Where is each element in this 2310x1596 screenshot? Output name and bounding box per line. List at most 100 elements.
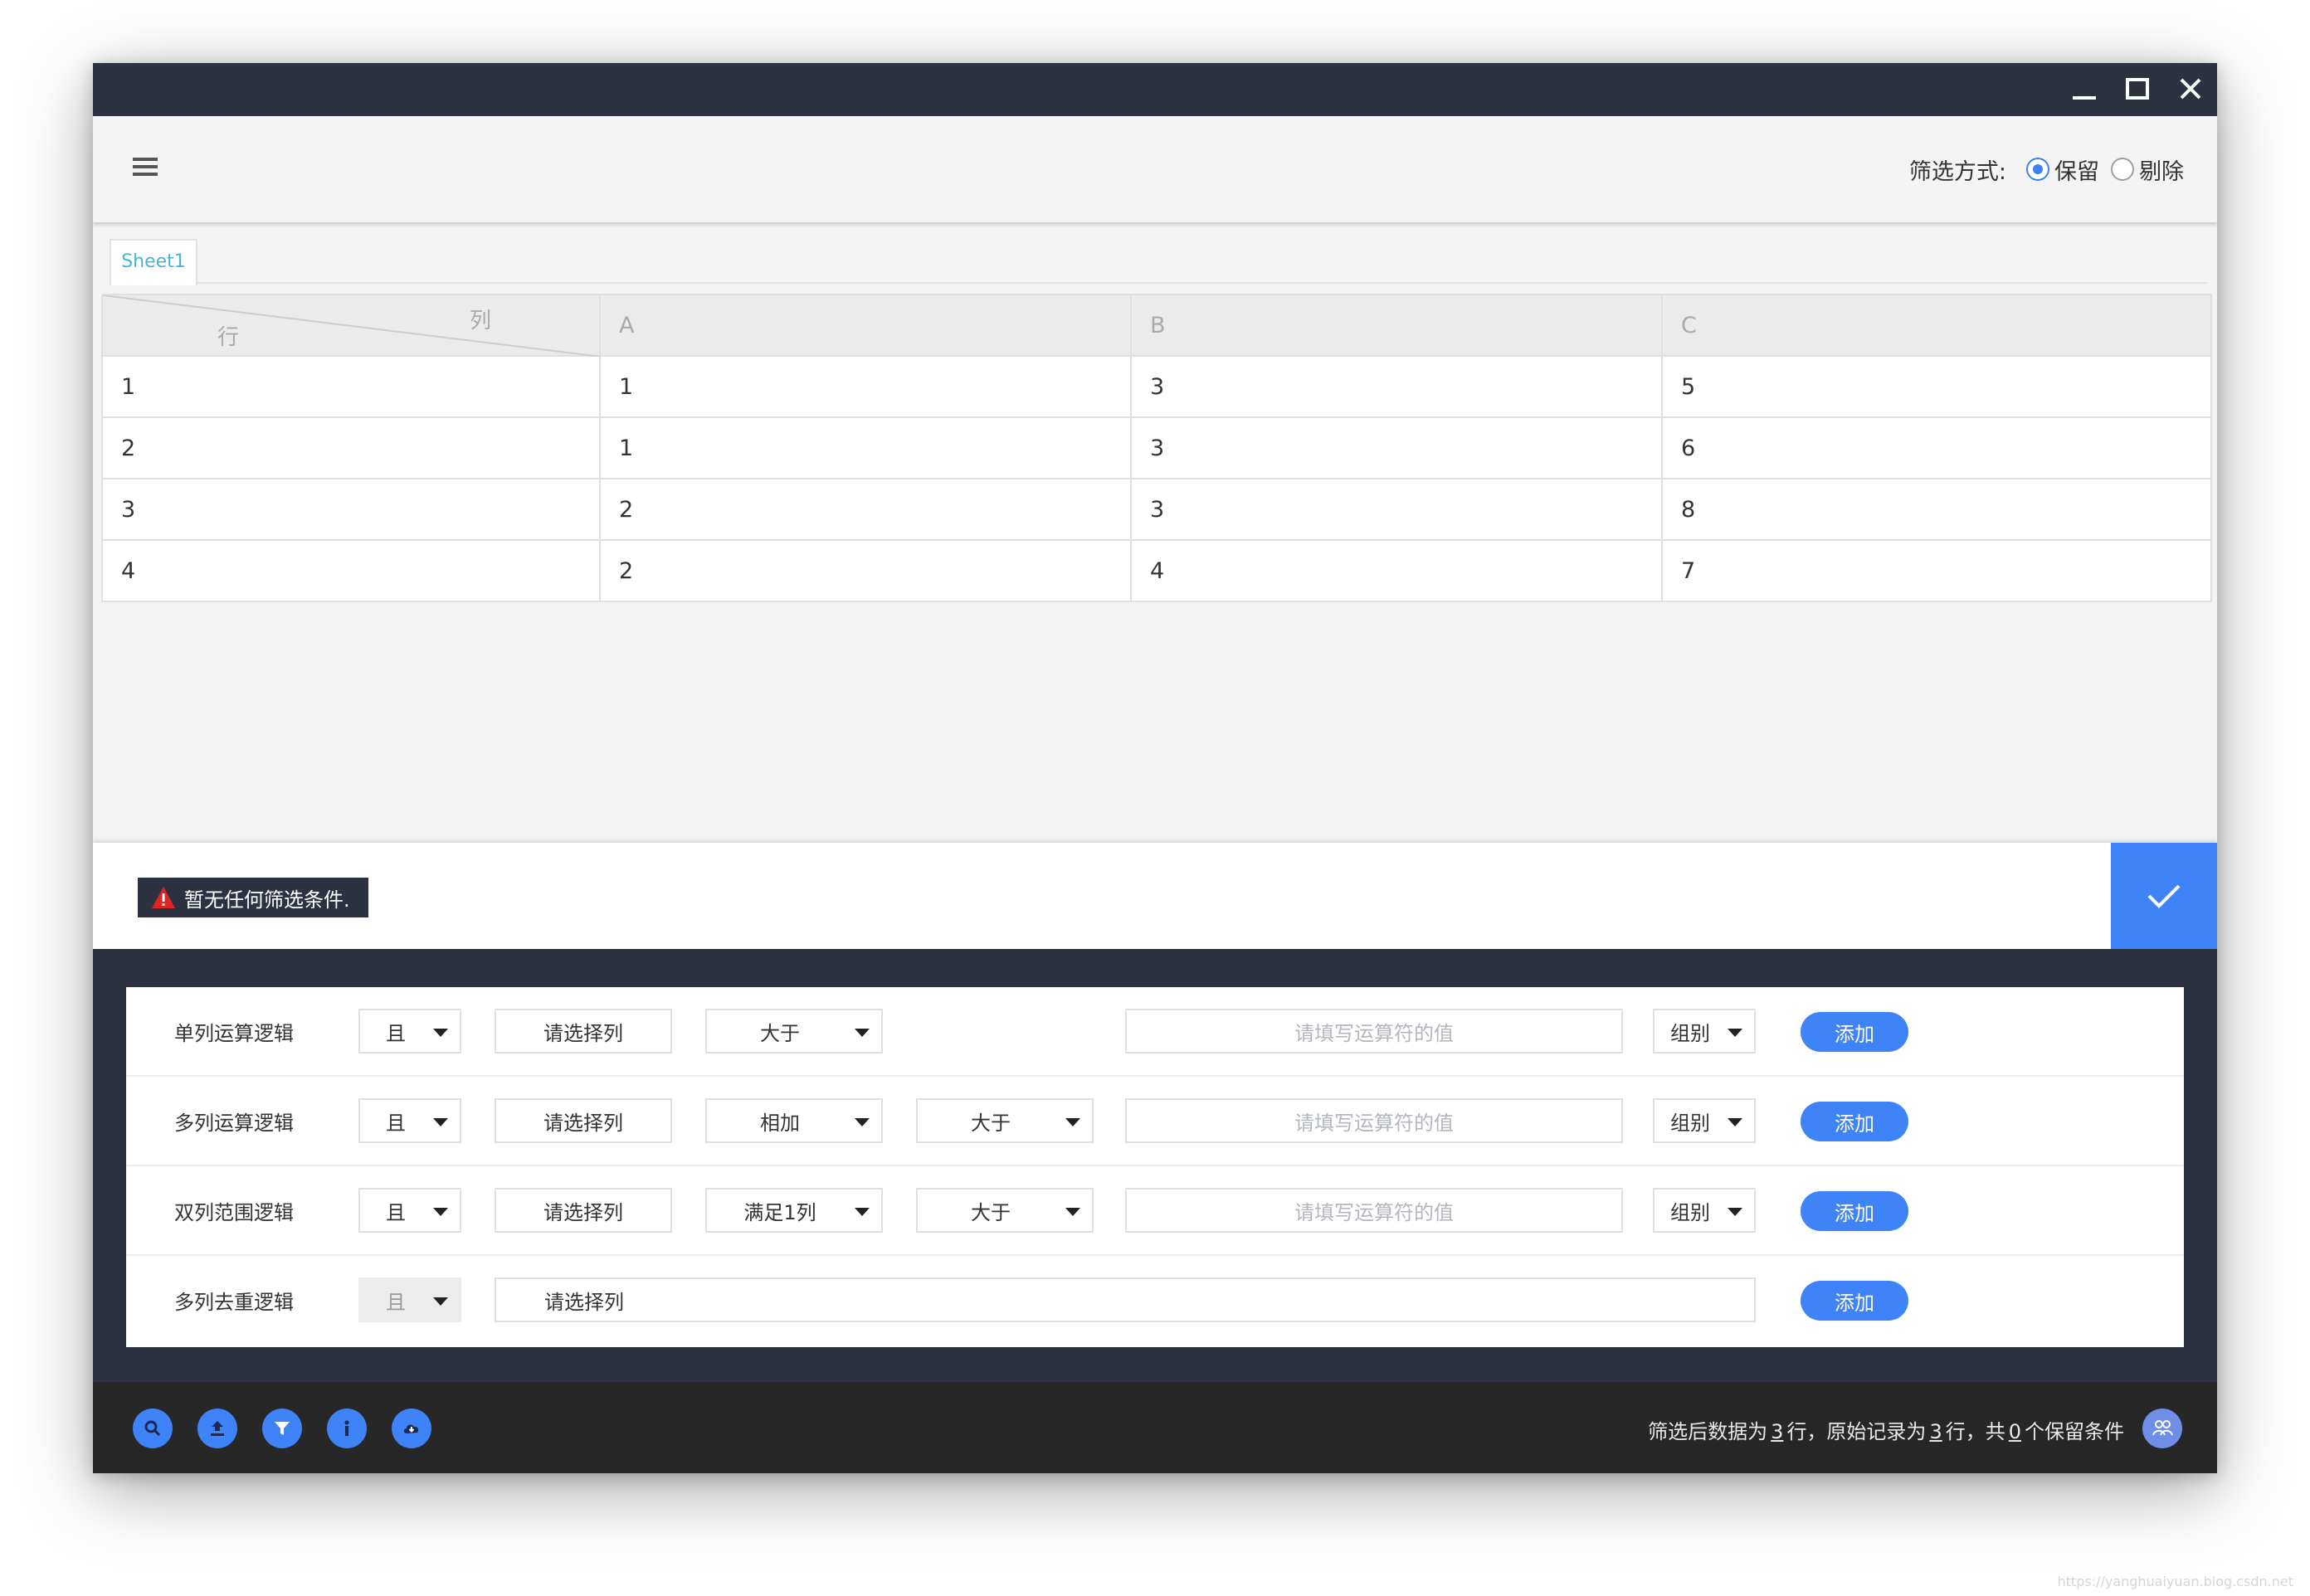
title-bar <box>93 63 2217 116</box>
original-rows-count: 3 <box>1929 1420 1942 1443</box>
summary-mid2: 行，共 <box>1945 1420 2005 1443</box>
table-cell[interactable]: 5 <box>1661 355 2212 418</box>
logic-select[interactable]: 且 <box>358 1009 461 1053</box>
minimize-icon <box>2073 96 2096 100</box>
column-select[interactable]: 请选择列 <box>495 1009 672 1053</box>
group-select-value: 组别 <box>1670 1111 1710 1135</box>
table-cell[interactable]: 2 <box>599 539 1132 602</box>
group-select[interactable]: 组别 <box>1653 1188 1756 1233</box>
value-input[interactable]: 请填写运算符的值 <box>1125 1098 1623 1143</box>
condition-label: 双列范围逻辑 <box>174 1201 294 1224</box>
comparator-select[interactable]: 大于 <box>916 1188 1094 1233</box>
status-strip: 暂无任何筛选条件. <box>93 843 2217 949</box>
column-header[interactable]: B <box>1130 294 1663 357</box>
column-select[interactable]: 请选择列 <box>495 1098 672 1143</box>
logic-select-value: 且 <box>386 1290 406 1314</box>
table-cell[interactable]: 1 <box>599 355 1132 418</box>
grid-header-row: 列 行 A B C <box>101 294 2212 357</box>
summary-suffix: 个保留条件 <box>2025 1420 2124 1443</box>
radio-keep[interactable]: 保留 <box>2026 153 2099 186</box>
table-cell[interactable]: 1 <box>599 416 1132 479</box>
filter-icon <box>275 1422 290 1435</box>
watermark: https://yanghuaiyuan.blog.csdn.net <box>2057 1574 2294 1589</box>
user-avatar[interactable] <box>2142 1409 2182 1448</box>
corner-row-label: 行 <box>217 325 240 350</box>
condition-label: 多列去重逻辑 <box>174 1291 294 1314</box>
table-cell[interactable]: 3 <box>1130 478 1663 541</box>
cloud-download-button[interactable] <box>392 1409 431 1448</box>
menu-icon[interactable] <box>131 153 159 181</box>
operator-select[interactable]: 相加 <box>705 1098 883 1143</box>
kept-conditions-count: 0 <box>2008 1420 2021 1443</box>
row-number-cell: 2 <box>101 416 601 479</box>
filter-mode-label: 筛选方式: <box>1908 158 2006 185</box>
summary-mid1: 行，原始记录为 <box>1786 1420 1927 1443</box>
column-multiselect[interactable]: 请选择列 <box>495 1277 1756 1322</box>
confirm-button[interactable] <box>2111 843 2217 949</box>
row-number-cell: 3 <box>101 478 601 541</box>
condition-label: 多列运算逻辑 <box>174 1112 294 1135</box>
maximize-button[interactable] <box>2113 63 2162 116</box>
table-cell[interactable]: 7 <box>1661 539 2212 602</box>
add-button[interactable]: 添加 <box>1801 1102 1908 1141</box>
condition-card: 单列运算逻辑 且 请选择列 大于 请填写运算符的值 组别 添加 多列运算逻辑 且… <box>126 987 2184 1347</box>
upload-button[interactable] <box>197 1409 237 1448</box>
group-select[interactable]: 组别 <box>1653 1009 1756 1053</box>
column-select[interactable]: 请选择列 <box>495 1188 672 1233</box>
range-select[interactable]: 满足1列 <box>705 1188 883 1233</box>
table-cell[interactable]: 2 <box>599 478 1132 541</box>
value-input[interactable]: 请填写运算符的值 <box>1125 1009 1623 1053</box>
value-input-placeholder: 请填写运算符的值 <box>1294 1021 1454 1045</box>
condition-row-dedupe: 多列去重逻辑 且 请选择列 添加 <box>126 1256 2184 1345</box>
row-number-cell: 1 <box>101 355 601 418</box>
table-row: 3 2 3 8 <box>101 478 2212 541</box>
logic-select[interactable]: 且 <box>358 1098 461 1143</box>
filtered-rows-count: 3 <box>1771 1420 1784 1443</box>
column-header[interactable]: A <box>599 294 1132 357</box>
range-select-value: 满足1列 <box>743 1200 816 1224</box>
column-header[interactable]: C <box>1661 294 2212 357</box>
table-cell[interactable]: 8 <box>1661 478 2212 541</box>
cloud-download-icon <box>404 1424 419 1433</box>
warning-text: 暂无任何筛选条件. <box>184 888 350 912</box>
toolbar: 筛选方式: 保留 剔除 <box>93 116 2217 222</box>
info-button[interactable] <box>327 1409 367 1448</box>
filter-button[interactable] <box>262 1409 302 1448</box>
data-grid: 列 行 A B C 1 1 3 5 2 1 3 6 3 2 3 8 4 2 4 … <box>101 294 2212 602</box>
radio-remove-label: 剔除 <box>2139 158 2184 185</box>
add-button[interactable]: 添加 <box>1801 1281 1908 1321</box>
minimize-button[interactable] <box>2059 63 2109 116</box>
footer-bar: 筛选后数据为 3 行，原始记录为 3 行，共 0 个保留条件 <box>93 1382 2217 1473</box>
logic-select[interactable]: 且 <box>358 1188 461 1233</box>
tab-sheet1[interactable]: Sheet1 <box>110 239 197 285</box>
logic-select-value: 且 <box>386 1021 406 1045</box>
sheet-area: Sheet1 列 行 A B C 1 1 3 5 2 1 3 6 3 2 3 8… <box>93 222 2217 906</box>
value-input[interactable]: 请填写运算符的值 <box>1125 1188 1623 1233</box>
close-button[interactable] <box>2166 63 2215 116</box>
warning-icon <box>152 887 175 908</box>
radio-remove[interactable]: 剔除 <box>2111 153 2184 186</box>
comparator-select[interactable]: 大于 <box>916 1098 1094 1143</box>
summary-prefix: 筛选后数据为 <box>1648 1420 1768 1443</box>
group-select-value: 组别 <box>1670 1021 1710 1045</box>
group-select-value: 组别 <box>1670 1200 1710 1224</box>
add-button[interactable]: 添加 <box>1801 1012 1908 1052</box>
table-cell[interactable]: 3 <box>1130 416 1663 479</box>
condition-row-single-column: 单列运算逻辑 且 请选择列 大于 请填写运算符的值 组别 添加 <box>126 987 2184 1077</box>
add-button[interactable]: 添加 <box>1801 1191 1908 1231</box>
logic-select-value: 且 <box>386 1200 406 1224</box>
upload-icon <box>211 1421 224 1436</box>
column-multiselect-value: 请选择列 <box>544 1290 624 1314</box>
user-icon <box>2152 1420 2173 1436</box>
operator-select[interactable]: 大于 <box>705 1009 883 1053</box>
search-button[interactable] <box>133 1409 173 1448</box>
table-cell[interactable]: 3 <box>1130 355 1663 418</box>
sheet-tab-strip: Sheet1 <box>110 239 2207 285</box>
filter-mode: 筛选方式: 保留 剔除 <box>1909 153 2184 186</box>
info-icon <box>344 1420 349 1436</box>
table-cell[interactable]: 6 <box>1661 416 2212 479</box>
close-icon <box>2180 78 2201 100</box>
table-row: 2 1 3 6 <box>101 416 2212 479</box>
group-select[interactable]: 组别 <box>1653 1098 1756 1143</box>
table-cell[interactable]: 4 <box>1130 539 1663 602</box>
